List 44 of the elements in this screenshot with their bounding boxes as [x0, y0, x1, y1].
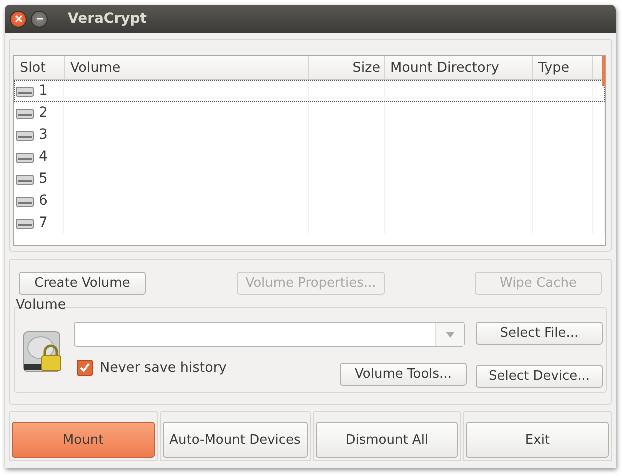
slot-number: 5	[39, 171, 48, 187]
table-row[interactable]: 3	[14, 124, 604, 146]
scroll-indicator	[602, 56, 605, 86]
table-row[interactable]: 4	[14, 146, 604, 168]
column-header[interactable]: Size	[308, 56, 384, 80]
slot-number: 4	[39, 149, 48, 165]
table-row[interactable]: 2	[14, 102, 604, 124]
window-title: VeraCrypt	[68, 11, 147, 27]
footer-button[interactable]: Dismount All	[316, 422, 458, 458]
column-header[interactable]: Slot	[14, 56, 64, 80]
minimize-button[interactable]	[31, 10, 48, 28]
drive-icon	[16, 151, 34, 163]
select-device-button[interactable]: Select Device...	[476, 364, 603, 388]
footer-button[interactable]: Exit	[466, 422, 610, 458]
slot-number: 7	[39, 215, 48, 231]
table-row[interactable]: 5	[14, 168, 604, 190]
check-icon	[79, 362, 91, 374]
table-row[interactable]: 7	[14, 212, 604, 234]
table-row[interactable]: 6	[14, 190, 604, 212]
drive-icon	[16, 217, 34, 229]
slot-number: 3	[39, 127, 48, 143]
close-icon	[14, 15, 22, 23]
volume-tools-button[interactable]: Volume Tools...	[340, 362, 467, 386]
slot-number: 2	[39, 105, 48, 121]
column-header[interactable]: Type	[532, 56, 592, 80]
drive-icon	[16, 129, 34, 141]
slot-number: 6	[39, 193, 48, 209]
footer-button[interactable]: Auto-Mount Devices	[162, 422, 308, 458]
drive-icon	[16, 85, 34, 97]
select-file-button[interactable]: Select File...	[476, 322, 603, 345]
table-row[interactable]: 1	[14, 80, 604, 102]
slot-number: 1	[39, 83, 48, 99]
close-button[interactable]	[10, 10, 27, 28]
drive-icon	[16, 173, 34, 185]
group-label: Volume	[16, 297, 66, 313]
column-header[interactable]: Mount Directory	[384, 56, 532, 80]
column-header[interactable]: Volume	[64, 56, 308, 80]
dropdown-caret-icon	[446, 332, 454, 338]
checkbox[interactable]	[77, 360, 93, 376]
drive-icon	[16, 107, 34, 119]
footer-button[interactable]: Mount	[12, 422, 155, 458]
checkbox-label: Never save history	[100, 360, 227, 376]
action-button[interactable]: Create Volume	[19, 272, 146, 295]
drive-icon	[16, 195, 34, 207]
